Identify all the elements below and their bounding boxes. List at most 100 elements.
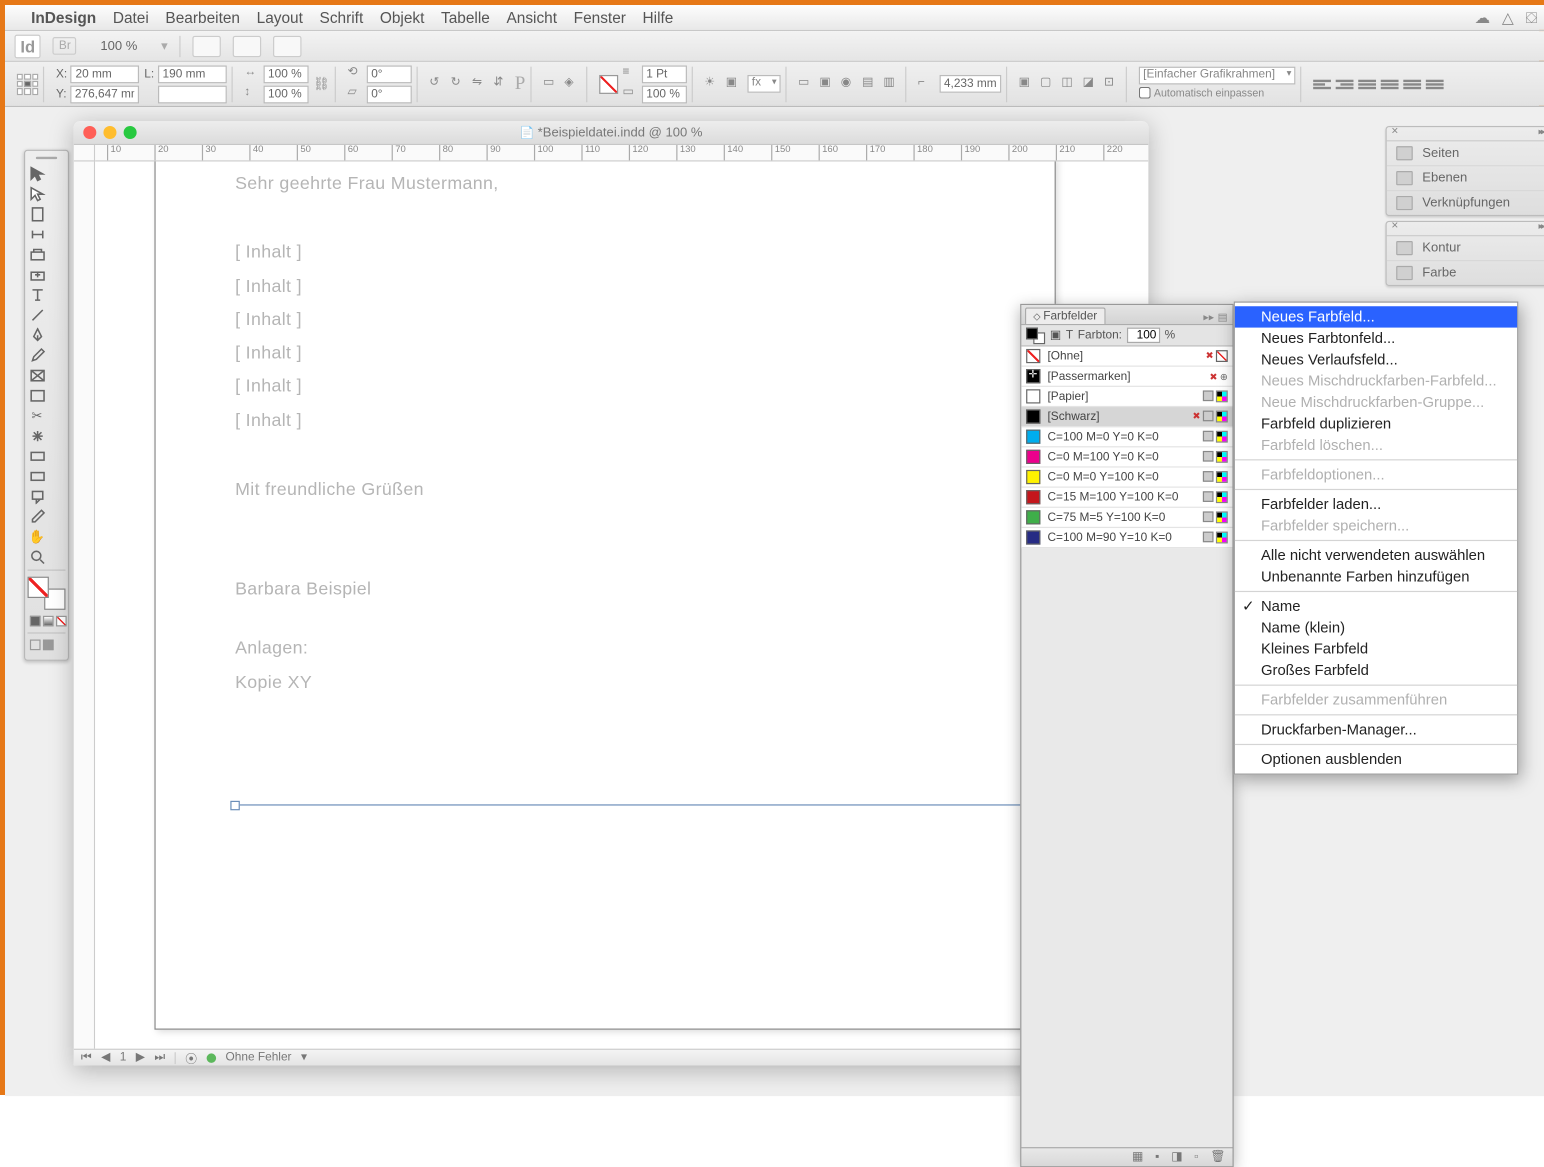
menu-tabelle[interactable]: Tabelle [441,9,490,27]
type-tool-icon[interactable] [28,285,47,304]
scale-y-input[interactable] [263,85,308,103]
select-content-icon[interactable]: ◈ [564,76,581,93]
bridge-logo-icon[interactable]: Br [53,37,77,55]
screen-mode-button[interactable] [233,35,261,56]
panel-header[interactable] [1387,127,1544,141]
align-3-icon[interactable] [1358,76,1376,91]
panel-seiten[interactable]: Seiten [1387,141,1544,166]
panel-kontur[interactable]: Kontur [1387,236,1544,261]
gradient-swatch-tool-icon[interactable] [28,446,47,465]
fit-frame-icon[interactable]: ▢ [1040,76,1057,93]
menu-objekt[interactable]: Objekt [380,9,425,27]
container-target-icon[interactable]: ▣ [1050,329,1061,342]
panel-farbe[interactable]: Farbe [1387,261,1544,285]
menu-fenster[interactable]: Fenster [574,9,626,27]
w-input[interactable] [158,65,227,83]
preflight-open-icon[interactable]: ⦿ [185,1049,197,1066]
flyout-item[interactable]: Name [1235,596,1517,617]
panel-header[interactable] [1387,222,1544,236]
indesign-logo-icon[interactable]: Id [14,34,41,58]
pencil-tool-icon[interactable] [28,345,47,364]
flyout-item[interactable]: Neues Verlaufsfeld... [1235,349,1517,370]
align-6-icon[interactable] [1425,76,1443,91]
textwrap-jumpnext-icon[interactable]: ▥ [883,76,900,93]
flyout-item[interactable]: Neues Farbtonfeld... [1235,328,1517,349]
horizontal-ruler[interactable]: 1020304050607080901001101201301401501601… [95,145,1148,162]
align-5-icon[interactable] [1403,76,1421,91]
swatch-view2-icon[interactable]: ▪ [1155,1151,1159,1164]
preflight-status[interactable]: Ohne Fehler [226,1051,292,1064]
flyout-item[interactable]: Alle nicht verwendeten auswählen [1235,545,1517,566]
flyout-item[interactable]: Unbenannte Farben hinzufügen [1235,566,1517,587]
eyedropper-tool-icon[interactable] [28,507,47,526]
y-input[interactable] [70,85,139,103]
textwrap-bbox-icon[interactable]: ▣ [819,76,836,93]
fit-content-icon[interactable]: ▣ [1019,76,1036,93]
selection-tool-icon[interactable] [28,164,47,183]
swatch-row[interactable]: [Ohne]✖ [1021,347,1232,367]
dropbox-icon[interactable]: ⛋ [1526,8,1538,27]
delete-swatch-icon[interactable]: 🗑 [1210,1151,1225,1164]
menu-schrift[interactable]: Schrift [320,9,364,27]
content-placer-icon[interactable] [28,265,47,284]
center-content-icon[interactable]: ⊡ [1104,76,1121,93]
flyout-item[interactable]: Optionen ausblenden [1235,749,1517,770]
rotate-ccw-icon[interactable]: ↺ [429,76,446,93]
fill-prop-icon[interactable]: ◪ [1083,76,1100,93]
swatch-view-icon[interactable]: ▦ [1132,1151,1143,1164]
menu-ansicht[interactable]: Ansicht [506,9,557,27]
flyout-item[interactable]: Neues Farbfeld... [1235,306,1517,327]
fill-stroke-icon[interactable] [28,577,66,610]
collapse-icon[interactable]: ▸▸ [1203,311,1214,324]
stroke-weight-input[interactable] [641,65,686,83]
angle-input[interactable] [366,65,411,83]
hand-tool-icon[interactable]: ✋ [28,527,47,546]
textwrap-none-icon[interactable]: ▭ [798,76,815,93]
view-options-button[interactable] [193,35,221,56]
flyout-item[interactable]: Großes Farbfeld [1235,660,1517,681]
new-swatch-icon[interactable]: ▫ [1194,1151,1198,1164]
fit-prop-icon[interactable]: ◫ [1061,76,1078,93]
scissors-tool-icon[interactable]: ✂ [28,406,47,425]
close-icon[interactable] [83,126,96,139]
frame-selection-edge[interactable] [235,804,1051,805]
textwrap-shape-icon[interactable]: ◉ [841,76,858,93]
swatch-row[interactable]: C=100 M=0 Y=0 K=0 [1021,427,1232,447]
canvas[interactable]: Sehr geehrte Frau Mustermann, [ Inhalt ]… [95,162,1148,1049]
menu-bearbeiten[interactable]: Bearbeiten [165,9,240,27]
link-scale-icon[interactable]: ⛓ [313,76,330,91]
gap-tool-icon[interactable] [28,224,47,243]
shear-input[interactable] [366,85,411,103]
swatch-row[interactable]: C=75 M=5 Y=100 K=0 [1021,508,1232,528]
fill-none-icon[interactable] [599,74,618,93]
select-container-icon[interactable]: ▭ [543,76,560,93]
swatch-row[interactable]: C=100 M=90 Y=10 K=0 [1021,528,1232,548]
rectangle-tool-icon[interactable] [28,386,47,405]
autofit-checkbox[interactable] [1138,86,1150,98]
minimize-icon[interactable] [103,126,116,139]
page-nav-first-icon[interactable]: ⏮ [81,1051,92,1064]
fx-menu[interactable]: fx [747,75,780,93]
apply-color-row[interactable] [28,613,70,628]
panel-verknuepfungen[interactable]: Verknüpfungen [1387,191,1544,215]
panel-menu-icon[interactable]: ▤ [1218,311,1228,324]
menu-datei[interactable]: Datei [113,9,149,27]
zoom-level[interactable]: 100 % [89,36,150,55]
tint-input[interactable] [1127,328,1160,343]
flyout-item[interactable]: Farbfelder laden... [1235,494,1517,515]
swatch-row[interactable]: [Passermarken]✖⊕ [1021,367,1232,387]
page-number[interactable]: 1 [120,1051,127,1064]
fill-stroke-toggle-icon[interactable] [1026,327,1045,344]
rectangle-frame-tool-icon[interactable] [28,366,47,385]
swatch-view3-icon[interactable]: ◨ [1171,1151,1182,1164]
align-4-icon[interactable] [1380,76,1398,91]
stroke-pct-input[interactable] [641,85,686,103]
ruler-origin[interactable] [74,145,95,162]
arrange-button[interactable] [273,35,301,56]
page-nav-prev-icon[interactable]: ◀ [101,1051,110,1064]
content-collector-icon[interactable] [28,245,47,264]
document-titlebar[interactable]: *Beispieldatei.indd @ 100 % [74,121,1149,145]
sync-icon[interactable]: △ [1502,8,1514,27]
page-tool-icon[interactable] [28,204,47,223]
swatch-row[interactable]: C=0 M=0 Y=100 K=0 [1021,468,1232,488]
